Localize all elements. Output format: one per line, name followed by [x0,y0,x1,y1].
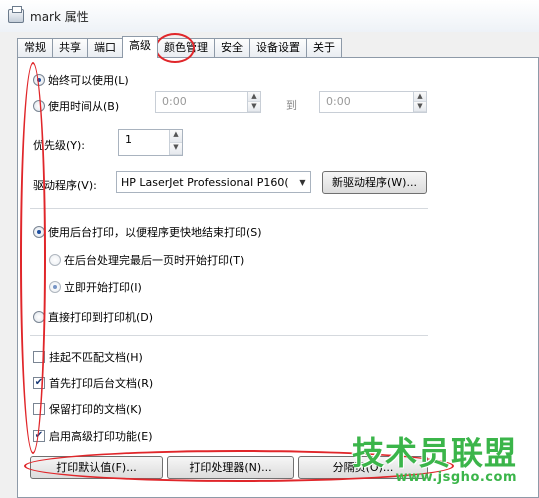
tab-about[interactable]: 关于 [306,38,342,58]
keep-printed-option[interactable]: 保留打印的文档(K) [33,401,142,417]
tab-sharing[interactable]: 共享 [52,38,88,58]
spin-down-icon[interactable]: ▼ [170,142,182,155]
printer-icon [8,6,24,23]
start-after-last-page-label: 在后台处理完最后一页时开始打印(T) [64,254,245,267]
advanced-features-checkbox[interactable]: ✔ [33,430,45,442]
from-time-value: 0:00 [162,95,187,108]
print-direct-option[interactable]: 直接打印到打印机(D) [33,309,153,325]
spin-up-icon[interactable]: ▲ [414,92,426,102]
spin-up-icon[interactable]: ▲ [248,92,260,102]
keep-printed-label: 保留打印的文档(K) [49,403,142,416]
advanced-features-label: 启用高级打印功能(E) [49,430,153,443]
hold-mismatched-label: 挂起不匹配文档(H) [49,351,143,364]
driver-select[interactable]: HP LaserJet Professional P160( ▼ [116,171,311,193]
spin-up-icon[interactable]: ▲ [170,130,182,143]
tab-general[interactable]: 常规 [17,38,53,58]
to-label: 到 [286,99,297,112]
hold-mismatched-checkbox[interactable] [33,351,45,363]
tab-strip: 常规 共享 端口 高级 颜色管理 安全 设备设置 关于 [17,36,342,58]
divider [30,208,428,209]
spin-down-icon[interactable]: ▼ [248,102,260,112]
separator-page-button[interactable]: 分隔页(O)... [298,456,428,479]
new-driver-button[interactable]: 新驱动程序(W)... [322,171,427,194]
print-direct-radio[interactable] [33,311,45,323]
print-spooled-first-checkbox[interactable]: ✔ [33,377,45,389]
advanced-features-option[interactable]: ✔ 启用高级打印功能(E) [33,428,153,444]
start-after-last-page-radio[interactable] [49,254,61,266]
to-time-stepper[interactable]: 0:00 ▲ ▼ [319,91,427,113]
print-processor-button[interactable]: 打印处理器(N)... [167,456,294,479]
keep-printed-checkbox[interactable] [33,403,45,415]
tab-ports[interactable]: 端口 [87,38,123,58]
start-immediately-option[interactable]: 立即开始打印(I) [49,279,142,295]
tab-color-management[interactable]: 颜色管理 [157,38,215,58]
time-range-option[interactable]: 使用时间从(B) [33,98,119,114]
priority-value: 1 [125,133,132,146]
always-available-radio[interactable] [33,74,45,86]
time-range-label: 使用时间从(B) [48,100,120,113]
start-immediately-radio[interactable] [49,281,61,293]
always-available-option[interactable]: 始终可以使用(L) [33,72,129,88]
time-range-radio[interactable] [33,100,45,112]
window-title: mark 属性 [30,9,89,24]
driver-selected-value: HP LaserJet Professional P160( [121,175,289,189]
tab-advanced[interactable]: 高级 [122,36,158,58]
priority-label: 优先级(Y): [33,139,86,152]
spin-down-icon[interactable]: ▼ [414,102,426,112]
start-immediately-label: 立即开始打印(I) [64,281,142,294]
start-after-last-page-option[interactable]: 在后台处理完最后一页时开始打印(T) [49,252,244,268]
print-spooled-first-label: 首先打印后台文档(R) [49,377,154,390]
use-spool-radio[interactable] [33,226,45,238]
priority-stepper[interactable]: 1 ▲ ▼ [118,129,183,156]
divider [30,335,428,336]
to-time-value: 0:00 [326,95,351,108]
chevron-down-icon: ▼ [299,177,306,187]
print-spooled-first-option[interactable]: ✔ 首先打印后台文档(R) [33,375,153,391]
hold-mismatched-option[interactable]: 挂起不匹配文档(H) [33,349,143,365]
title-bar: mark 属性 [0,0,539,32]
use-spool-option[interactable]: 使用后台打印，以便程序更快地结束打印(S) [33,224,262,240]
print-direct-label: 直接打印到打印机(D) [48,311,154,324]
tab-device-settings[interactable]: 设备设置 [249,38,307,58]
tab-security[interactable]: 安全 [214,38,250,58]
printing-defaults-button[interactable]: 打印默认值(F)... [30,456,163,479]
always-available-label: 始终可以使用(L) [48,74,129,87]
use-spool-label: 使用后台打印，以便程序更快地结束打印(S) [48,226,262,239]
driver-label: 驱动程序(V): [33,179,97,192]
from-time-stepper[interactable]: 0:00 ▲ ▼ [155,91,261,113]
